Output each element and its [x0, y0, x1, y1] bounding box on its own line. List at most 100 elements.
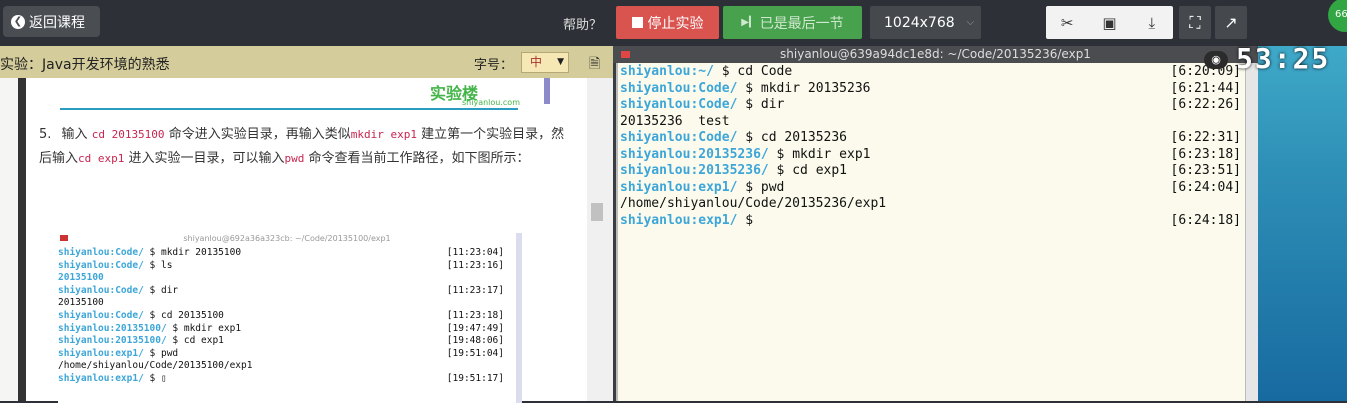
step-number: 5. — [39, 127, 52, 142]
command-text: $ cd exp1 — [166, 335, 224, 347]
doc-content: 实验楼 shiyanlou.com 5. 输入 cd 20135100 命令进入… — [26, 78, 587, 403]
eye-icon[interactable]: ◉ — [1204, 51, 1228, 69]
download-icon[interactable]: ⤓ — [1131, 6, 1173, 39]
screenshot-line: shiyanlou:Code/ $ ls [11:23:16] — [58, 260, 508, 273]
prompt-path: :exp1/ — [109, 347, 144, 359]
prompt-user: shiyanlou — [58, 322, 110, 334]
timestamp: [19:51:04] — [446, 347, 504, 359]
terminal-line: shiyanlou:Code/ $ mkdir 20135236 [6:21:44… — [620, 81, 1245, 98]
prompt-user: shiyanlou — [58, 347, 110, 359]
command-text: $ ▯ — [143, 372, 167, 384]
scroll-thumb[interactable] — [591, 203, 603, 221]
timestamp: [6:22:31] — [1170, 130, 1241, 145]
timestamp: [6:21:44] — [1170, 80, 1241, 96]
command-text: $ cd 20135236 — [737, 130, 847, 145]
terminal-icon — [621, 51, 630, 58]
prompt-user: shiyanlou — [58, 247, 110, 258]
prompt-path: :~/ — [690, 64, 714, 79]
terminal-line: /home/shiyanlou/Code/20135236/exp1 — [620, 196, 1245, 213]
output-text: /home/shiyanlou/Code/20135236/exp1 — [620, 196, 887, 211]
prompt-user: shiyanlou — [58, 284, 110, 296]
screen-share-icon[interactable]: ▣ — [1088, 6, 1130, 39]
next-icon: ▶▎ — [741, 17, 757, 28]
timestamp: [6:24:04] — [1170, 179, 1241, 195]
command-text: $ dir — [737, 97, 785, 112]
prompt-path: :exp1/ — [109, 372, 144, 384]
last-button-label: 已是最后一节 — [759, 15, 844, 32]
prompt-user: shiyanlou — [58, 372, 110, 384]
screenshot-line: shiyanlou:Code/ $ dir [11:23:17] — [58, 285, 508, 298]
screenshot-line: 20135100 — [58, 297, 508, 310]
prompt-user: shiyanlou — [620, 80, 691, 96]
prompt-user: shiyanlou — [620, 163, 691, 178]
document-icon[interactable]: 🗎 — [589, 53, 600, 77]
screenshot-line: shiyanlou:20135100/ $ mkdir exp1 [19:47:4… — [58, 323, 508, 336]
desktop-background — [1258, 46, 1347, 401]
terminal-title: shiyanlou@639a94dc1e8d: ~/Code/20135236/… — [780, 47, 1091, 61]
stop-icon — [631, 17, 643, 28]
terminal-line: shiyanlou:exp1/ $ pwd [6:24:04] — [620, 180, 1245, 197]
inline-code: cd exp1 — [78, 152, 125, 165]
prompt-path: :Code/ — [690, 130, 738, 145]
terminal-line: shiyanlou:20135236/ $ cd exp1 [6:23:51] — [620, 163, 1245, 180]
prompt-user: shiyanlou — [620, 97, 691, 112]
progress-badge[interactable]: 66 — [1328, 0, 1347, 32]
timestamp: [11:23:17] — [446, 284, 504, 296]
prompt-user: shiyanlou — [58, 309, 110, 321]
command-text: $ mkdir 20135236 — [737, 80, 871, 96]
stop-experiment-button[interactable]: 停止实验 — [616, 6, 719, 39]
prompt-path: :exp1/ — [690, 179, 738, 195]
screenshot-line: shiyanlou:20135100/ $ cd exp1 [19:48:06] — [58, 335, 508, 348]
inline-code: cd 20135100 — [91, 128, 165, 141]
prompt-user: shiyanlou — [620, 146, 691, 162]
scissors-icon[interactable]: ✂ — [1046, 6, 1088, 39]
prompt-user: shiyanlou — [620, 64, 691, 79]
screenshot-line: /home/shiyanlou/Code/20135100/exp1 — [58, 360, 508, 373]
timestamp: [11:23:16] — [446, 259, 504, 271]
back-to-course-button[interactable]: ❮ 返回课程 — [3, 6, 100, 37]
triangle-down-icon: ▼ — [557, 57, 564, 67]
font-size-select[interactable]: 中 ▼ — [521, 52, 569, 73]
help-link[interactable]: 帮助？ — [563, 14, 602, 33]
prompt-path: :20135100/ — [109, 322, 167, 334]
terminal-scrollbar[interactable] — [1245, 63, 1259, 401]
screenshot-lines: shiyanlou:Code/ $ mkdir 20135100 [11:23:0… — [58, 247, 508, 386]
step-text: 进入实验一目录，可以输入 — [128, 151, 285, 166]
chevron-down-icon: ⌵ — [966, 17, 975, 28]
step-text: 输入 — [61, 127, 88, 142]
doc-header: 实验：Java开发环境的熟悉 字号： 中 ▼ 🗎 — [0, 46, 613, 78]
terminal-line: shiyanlou:20135236/ $ mkdir exp1 [6:23:18… — [620, 147, 1245, 164]
command-text: $ dir — [143, 284, 179, 296]
timestamp: [11:23:18] — [446, 309, 504, 321]
prompt-path: :Code/ — [109, 284, 144, 296]
prompt-path: :20135236/ — [690, 163, 769, 178]
command-text: $ pwd — [737, 179, 785, 195]
logo-image: 实验楼 shiyanlou.com — [60, 78, 550, 110]
prompt-path: :Code/ — [109, 259, 144, 271]
terminal-area[interactable]: shiyanlou:~/ $ cd Code [6:20:09] shiyanlou… — [616, 63, 1247, 401]
tool-group: ✂ ▣ ⤓ — [1046, 6, 1173, 39]
command-text: $ ls — [143, 259, 173, 271]
output-text: 20135236 test — [620, 113, 730, 129]
prompt-path: :Code/ — [109, 309, 144, 321]
prompt-path: :exp1/ — [690, 212, 738, 228]
doc-scrollbar[interactable] — [587, 78, 613, 401]
lab-title: 实验：Java开发环境的熟悉 — [0, 57, 170, 73]
fullscreen-icon[interactable]: ⛶ — [1179, 6, 1211, 39]
terminal-screenshot-image: shiyanlou@692a36a323cb: ~/Code/20135100/… — [58, 233, 522, 403]
last-section-button[interactable]: ▶▎ 已是最后一节 — [723, 6, 862, 39]
output-text: /home/shiyanlou/Code/20135100/exp1 — [58, 360, 253, 372]
terminal-line: shiyanlou:~/ $ cd Code [6:20:09] — [620, 64, 1245, 81]
external-link-icon[interactable]: ↗ — [1215, 6, 1247, 39]
terminal-line: shiyanlou:exp1/ $ [6:24:18] — [620, 213, 1245, 230]
resolution-select[interactable]: 1024x768 ⌵ — [870, 6, 981, 39]
command-text: $ — [737, 212, 754, 228]
terminal-line: 20135236 test — [620, 114, 1245, 131]
prompt-user: shiyanlou — [58, 259, 110, 271]
screenshot-line: 20135100 — [58, 272, 508, 285]
command-text: $ mkdir exp1 — [166, 322, 242, 334]
prompt-path: :Code/ — [109, 247, 144, 258]
command-text: $ cd Code — [713, 64, 793, 79]
screenshot-title: shiyanlou@692a36a323cb: ~/Code/20135100/… — [183, 234, 391, 243]
terminal-lines: shiyanlou:~/ $ cd Code [6:20:09] shiyanlou… — [620, 64, 1245, 229]
